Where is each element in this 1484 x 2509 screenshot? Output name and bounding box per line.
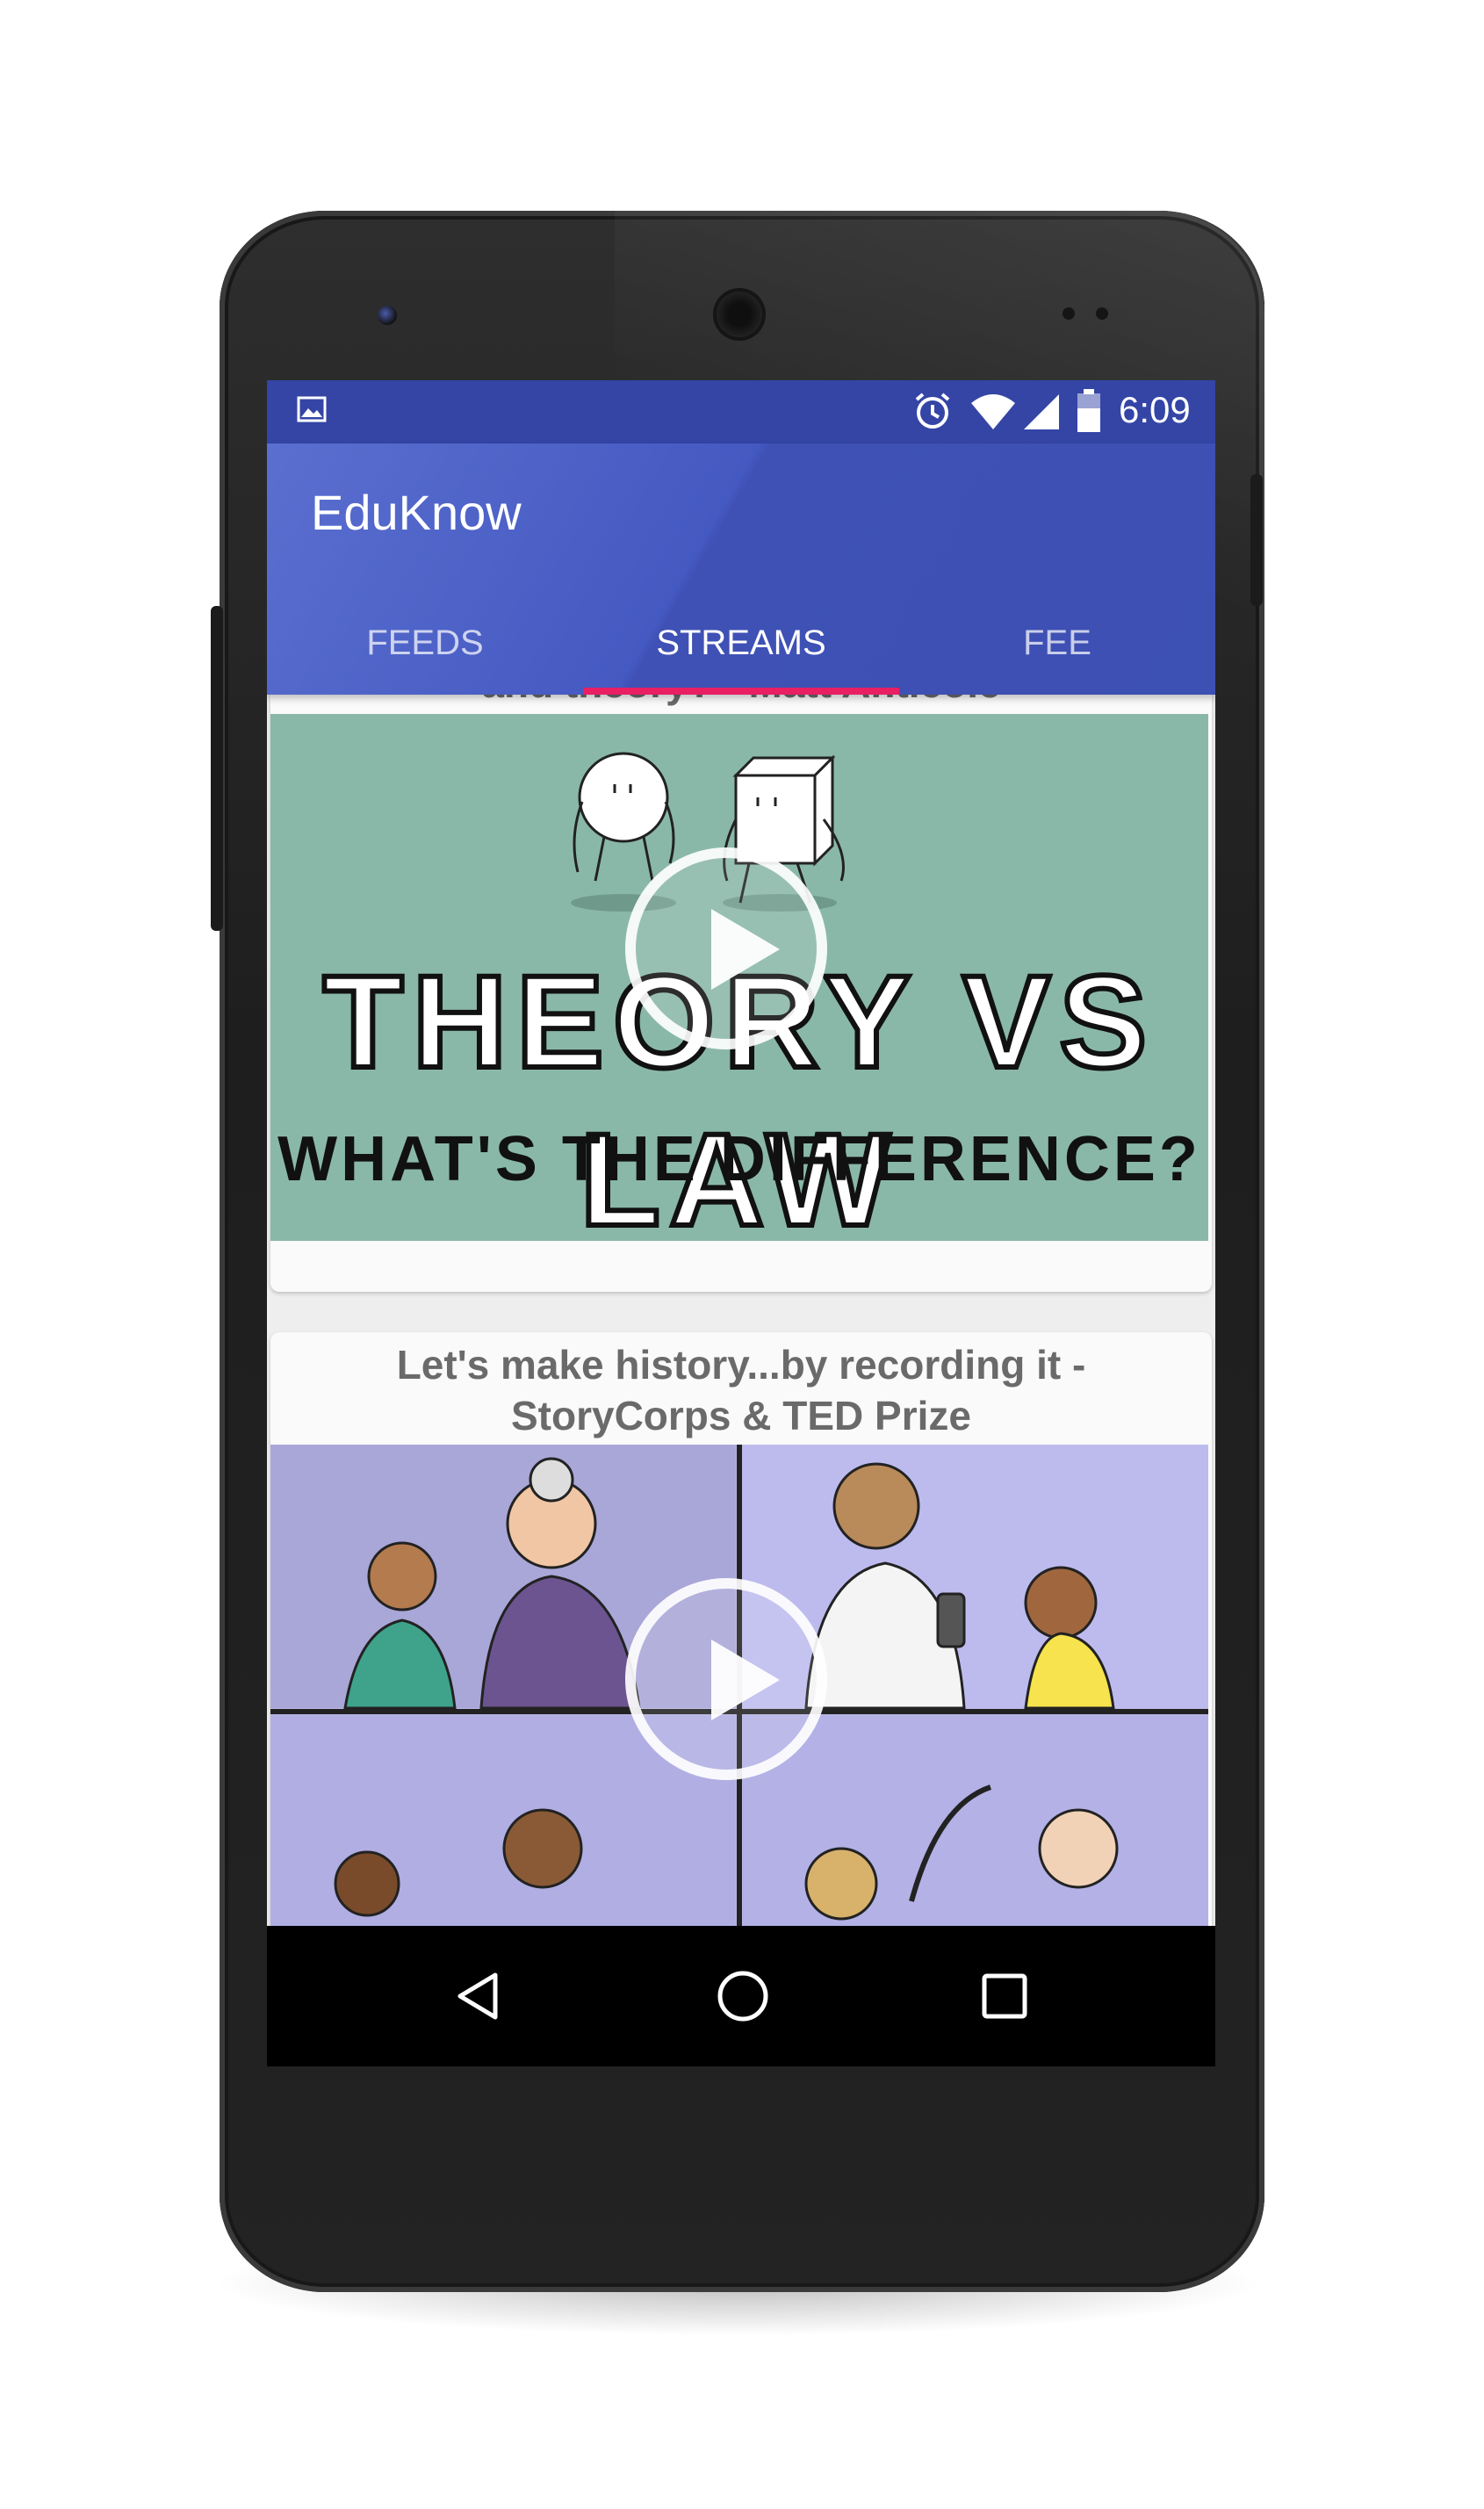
video-card[interactable]: and theory? - Matt Anticole: [270, 695, 1212, 1292]
wifi-icon: [969, 393, 1017, 431]
video-thumbnail[interactable]: [270, 1445, 1208, 1926]
image-icon: [297, 396, 327, 422]
tab-feeds[interactable]: FEEDS: [267, 624, 583, 663]
app-title: EduKnow: [311, 485, 522, 540]
back-icon[interactable]: [453, 1970, 506, 2022]
streams-list[interactable]: and theory? - Matt Anticole: [267, 695, 1215, 1926]
proximity-sensor: [1063, 307, 1075, 320]
recents-icon[interactable]: [980, 1972, 1029, 2021]
alarm-icon: [912, 391, 953, 431]
volume-button: [211, 606, 223, 931]
video-card[interactable]: Let's make history...by recording it - S…: [270, 1332, 1212, 1926]
home-icon[interactable]: [715, 1968, 771, 2024]
play-icon: [711, 1640, 780, 1720]
app-bar: EduKnow FEEDS STREAMS FEE: [267, 443, 1215, 695]
video-title: Let's make history...by recording it -: [396, 1342, 1086, 1388]
play-button[interactable]: [625, 1578, 827, 1780]
earpiece-speaker: [713, 288, 766, 341]
battery-icon: [1077, 389, 1101, 433]
tab-indicator: [583, 688, 899, 695]
navigation-bar: [267, 1926, 1215, 2066]
tab-fee[interactable]: FEE: [899, 624, 1215, 663]
video-title-line2: StoryCorps & TED Prize: [511, 1393, 971, 1438]
signal-icon: [1022, 393, 1061, 431]
play-icon: [711, 909, 780, 990]
status-time: 6:09: [1119, 389, 1191, 430]
front-camera: [378, 306, 397, 325]
play-button[interactable]: [625, 847, 827, 1049]
tab-streams[interactable]: STREAMS: [583, 624, 899, 663]
status-bar: 6:09: [267, 380, 1215, 443]
phone-screen: 6:09 EduKnow FEEDS STREAMS FEE and theor…: [267, 380, 1215, 2066]
light-sensor: [1096, 307, 1108, 320]
video-thumbnail[interactable]: THEORY VS LAW WHAT'S THE DIFFERENCE?: [270, 714, 1208, 1241]
video-title: and theory? - Matt Anticole: [270, 695, 1212, 709]
thumbnail-subline: WHAT'S THE DIFFERENCE?: [277, 1124, 1201, 1194]
power-button: [1250, 474, 1263, 606]
